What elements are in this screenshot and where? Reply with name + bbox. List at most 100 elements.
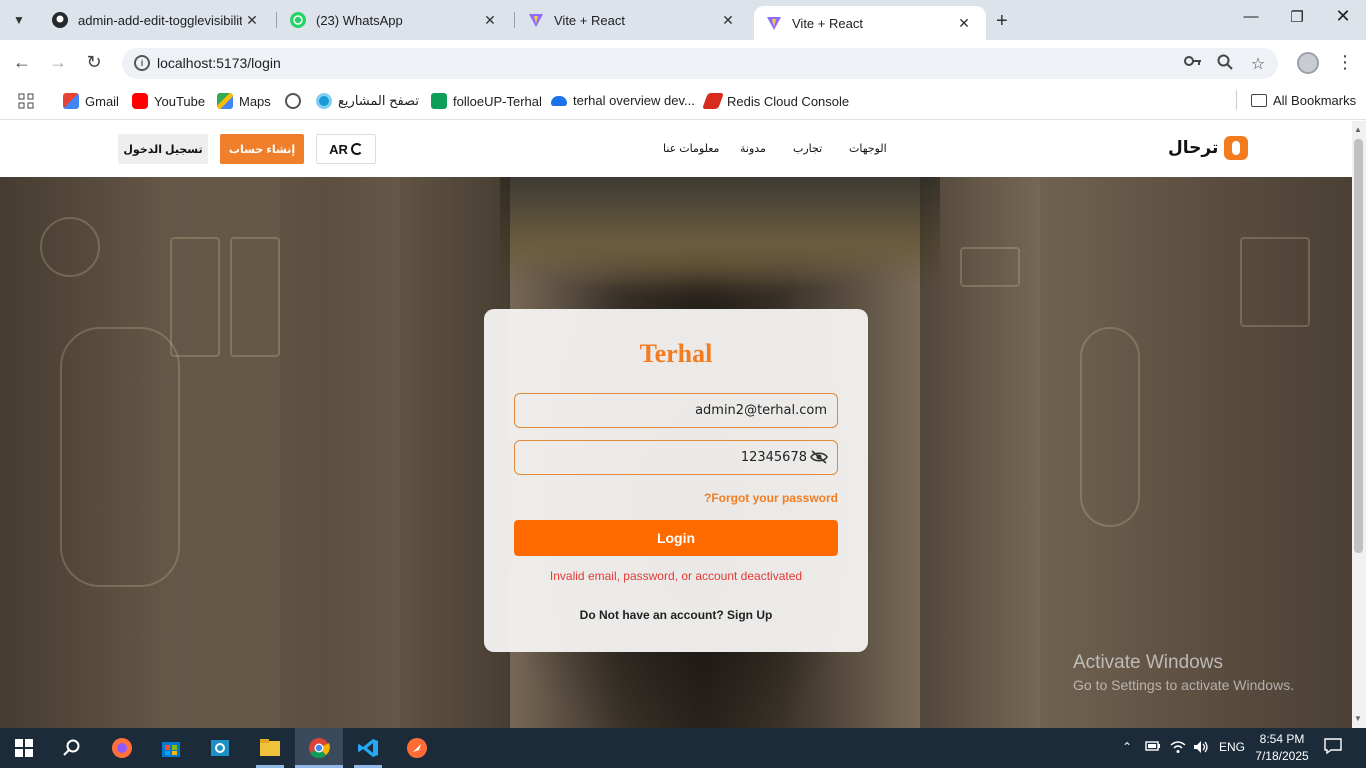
forgot-password-link[interactable]: ?Forgot your password xyxy=(704,491,838,505)
search-icon[interactable] xyxy=(58,734,86,762)
login-button[interactable]: Login xyxy=(514,520,838,556)
browser-menu-icon[interactable]: ⋮ xyxy=(1336,52,1354,73)
tab-whatsapp[interactable]: (23) WhatsApp ✕ xyxy=(278,0,512,40)
windows-taskbar xyxy=(0,728,1366,768)
tab-vite-1[interactable]: Vite + React ✕ xyxy=(516,0,750,40)
restore-icon[interactable]: ❐ xyxy=(1282,8,1312,26)
signin-button[interactable]: تسجيل الدخول xyxy=(118,134,208,164)
clock-time: 8:54 PM xyxy=(1259,732,1305,746)
scroll-down-arrow[interactable]: ▼ xyxy=(1354,714,1362,723)
tab-github[interactable]: admin-add-edit-togglevisibility ✕ xyxy=(40,0,274,40)
close-tab-icon[interactable]: ✕ xyxy=(954,15,974,32)
vite-icon xyxy=(528,12,544,28)
close-window-icon[interactable]: ✕ xyxy=(1328,6,1358,27)
tab-title: Vite + React xyxy=(792,15,863,31)
bookmark-redis[interactable]: Redis Cloud Console xyxy=(702,93,849,109)
firefox-icon[interactable] xyxy=(108,734,136,762)
close-tab-icon[interactable]: ✕ xyxy=(242,12,262,29)
bookmark-globe[interactable] xyxy=(285,93,307,109)
relief-carving xyxy=(1080,327,1140,527)
password-key-icon[interactable] xyxy=(1182,54,1204,72)
nav-blog[interactable]: مدونة xyxy=(740,142,766,155)
relief-carving xyxy=(170,237,220,357)
bookmarks-divider xyxy=(1236,90,1237,110)
error-message: Invalid email, password, or account deac… xyxy=(549,569,803,583)
zoom-icon[interactable] xyxy=(1214,54,1236,75)
tab-vite-active[interactable]: Vite + React ✕ xyxy=(754,6,986,40)
bookmark-label: Maps xyxy=(239,93,271,109)
site-info-icon[interactable]: i xyxy=(134,55,150,71)
postman-icon[interactable] xyxy=(403,734,431,762)
bookmark-label: terhal overview dev... xyxy=(573,93,695,108)
url-text[interactable]: localhost:5173/login xyxy=(157,55,281,71)
ceiling-decoration xyxy=(500,177,940,287)
bookmark-projects[interactable]: تصفح المشاريع xyxy=(316,93,419,109)
close-tab-icon[interactable]: ✕ xyxy=(480,12,500,29)
notifications-icon[interactable] xyxy=(1324,738,1342,757)
nav-destinations[interactable]: الوجهات xyxy=(849,142,887,155)
language-toggle[interactable]: AR xyxy=(316,134,376,164)
cloud-icon xyxy=(551,95,567,106)
input-language[interactable]: ENG xyxy=(1219,740,1245,754)
close-tab-icon[interactable]: ✕ xyxy=(718,12,738,29)
youtube-icon xyxy=(132,93,148,109)
tray-expand-icon[interactable]: ⌃ xyxy=(1122,740,1132,754)
nav-experiences[interactable]: تجارب xyxy=(793,142,822,155)
bookmark-maps[interactable]: Maps xyxy=(217,93,271,109)
reload-icon[interactable]: ↻ xyxy=(82,52,106,73)
chrome-icon[interactable] xyxy=(305,734,333,762)
gmail-icon xyxy=(63,93,79,109)
relief-carving xyxy=(60,327,180,587)
site-logo[interactable]: ترحال xyxy=(1168,136,1249,160)
bookmark-gmail[interactable]: Gmail xyxy=(63,93,119,109)
forward-icon[interactable]: → xyxy=(46,52,70,73)
wifi-icon[interactable] xyxy=(1170,740,1186,757)
bookmark-followup[interactable]: folloeUP-Terhal xyxy=(431,93,542,109)
new-tab-icon[interactable]: + xyxy=(996,10,1008,33)
vscode-icon[interactable] xyxy=(354,734,382,762)
theme-toggle-icon xyxy=(350,143,363,155)
nav-about[interactable]: معلومات عنا xyxy=(663,142,719,155)
relief-carving xyxy=(230,237,280,357)
windows-activation-title: Activate Windows xyxy=(1073,652,1223,673)
all-bookmarks-label: All Bookmarks xyxy=(1273,93,1357,108)
email-input[interactable] xyxy=(514,393,838,428)
globe-icon xyxy=(285,93,301,109)
all-bookmarks[interactable]: All Bookmarks xyxy=(1251,93,1356,108)
clock-date: 7/18/2025 xyxy=(1255,749,1309,763)
file-explorer-icon[interactable] xyxy=(256,734,284,762)
control-panel-icon[interactable] xyxy=(206,734,234,762)
volume-icon[interactable] xyxy=(1193,740,1209,757)
back-icon[interactable]: ← xyxy=(10,52,34,73)
tab-search-icon[interactable]: ▼ xyxy=(6,8,32,32)
tab-separator xyxy=(276,12,277,28)
store-icon[interactable] xyxy=(157,734,185,762)
taskbar-clock[interactable]: 8:54 PM 7/18/2025 xyxy=(1254,731,1310,765)
tab-title: admin-add-edit-togglevisibility xyxy=(78,12,242,28)
redis-icon xyxy=(702,93,724,109)
scroll-up-arrow[interactable]: ▲ xyxy=(1354,125,1362,134)
bookmark-label: تصفح المشاريع xyxy=(338,93,419,108)
circle-icon xyxy=(316,93,332,109)
logo-text: ترحال xyxy=(1168,138,1219,157)
signup-link[interactable]: Do Not have an account? Sign Up xyxy=(484,608,868,622)
password-input[interactable] xyxy=(514,440,838,475)
login-title: Terhal xyxy=(639,339,713,368)
minimize-icon[interactable]: — xyxy=(1236,8,1266,25)
bookmark-label: folloeUP-Terhal xyxy=(453,93,542,109)
battery-icon[interactable] xyxy=(1145,740,1161,755)
logo-icon xyxy=(1224,136,1249,160)
eye-off-icon[interactable] xyxy=(810,450,828,464)
windows-start-icon[interactable] xyxy=(10,734,38,762)
scrollbar-thumb[interactable] xyxy=(1354,139,1363,553)
windows-activation-subtitle: Go to Settings to activate Windows. xyxy=(1073,677,1294,693)
apps-grid-icon[interactable] xyxy=(18,93,34,109)
folder-icon xyxy=(1251,94,1267,107)
bookmark-star-icon[interactable]: ☆ xyxy=(1247,54,1269,74)
profile-avatar[interactable] xyxy=(1297,52,1319,74)
tab-title: (23) WhatsApp xyxy=(316,12,403,28)
address-bar[interactable] xyxy=(122,48,1278,79)
bookmark-youtube[interactable]: YouTube xyxy=(132,93,205,109)
signup-button[interactable]: إنشاء حساب xyxy=(220,134,304,164)
bookmark-terhal-overview[interactable]: terhal overview dev... xyxy=(551,93,695,108)
